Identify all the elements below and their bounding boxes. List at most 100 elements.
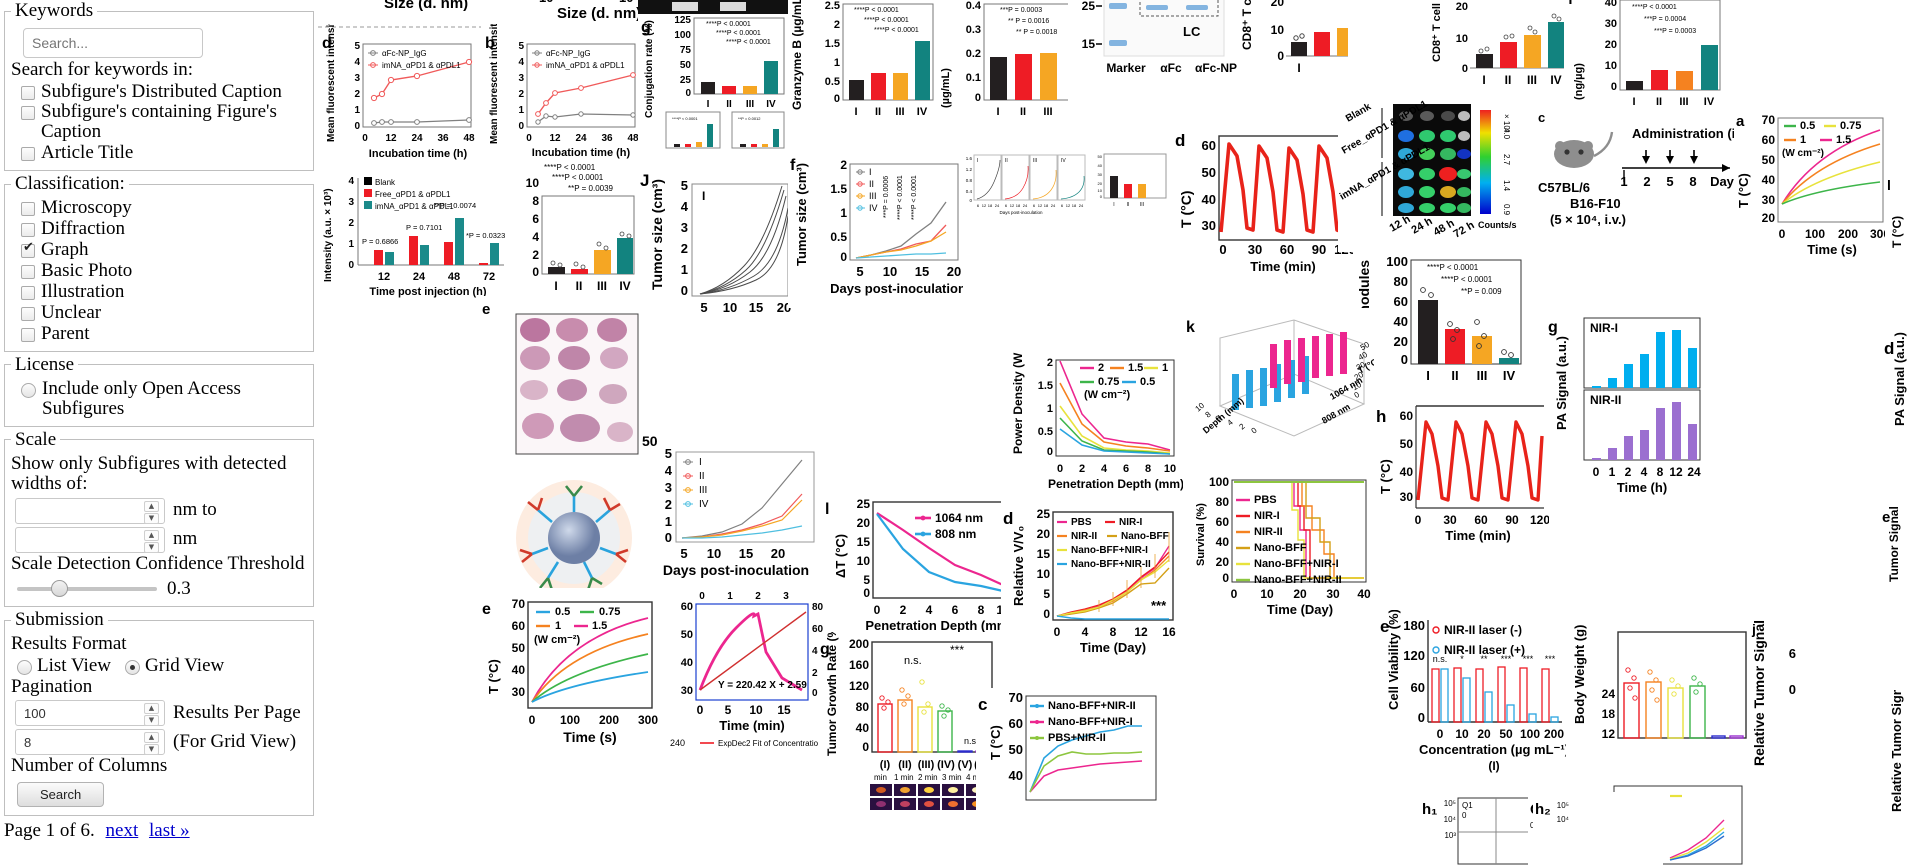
result-thumb[interactable]: × 10³ 4.0 2.7 1.4 0.9 Counts/s Blank Fre… (1338, 96, 1538, 252)
checkbox-distributed-caption[interactable]: Subfigure's Distributed Caption (21, 81, 307, 102)
radio-open-access[interactable]: Include only Open Access Subfigures (21, 378, 307, 419)
ytick: 4 (665, 463, 673, 478)
result-thumb[interactable]: d T (°C) 60 50 40 30 0 30 60 90 120 Time (1173, 122, 1353, 290)
result-thumb[interactable]: (µg/mL) 0.4 0.3 0.2 0.1 0 I II III ***P (936, 0, 1071, 144)
search-input[interactable] (23, 28, 203, 58)
radio-icon[interactable] (21, 382, 36, 398)
result-thumb[interactable]: J Tumor size (cm³) I 5 4 3 2 1 0 5 10 15… (638, 160, 793, 330)
checkbox-article-title[interactable]: Article Title (21, 143, 307, 163)
checkbox-unclear[interactable]: Unclear (21, 303, 307, 323)
checkbox-icon[interactable] (21, 106, 35, 121)
spinner-arrows-icon[interactable]: ▲ ▼ (144, 529, 159, 553)
result-thumb[interactable]: h T (°C) 60 50 40 30 0 30 60 90 120 Time… (1374, 396, 1549, 566)
result-thumb[interactable]: d Relative V/V₀ 25 20 15 10 5 0 PBS NIR-… (1001, 500, 1191, 675)
checkbox-icon[interactable] (21, 202, 35, 217)
submission-legend: Submission (15, 609, 104, 631)
result-thumb[interactable]: k 808 nm 1064 nm Depth (mm) T (°C) 0 10 … (1184, 308, 1374, 478)
result-thumb[interactable] (488, 470, 654, 600)
scale-min-input[interactable]: ▲ ▼ (15, 497, 165, 524)
checkbox-icon[interactable] (21, 327, 35, 342)
x-axis-label: Time (Day) (1267, 602, 1333, 617)
spinner-arrows-icon[interactable]: ▲ ▼ (144, 500, 159, 524)
xtick: 5 (856, 264, 863, 279)
result-thumb[interactable]: 25 15 LC Marker αFc αFc-NP (1068, 0, 1243, 104)
subpanel-label: III (1033, 158, 1037, 164)
slider-knob[interactable] (51, 580, 68, 598)
last-page-link[interactable]: last » (149, 820, 190, 841)
xtick: Marker (1106, 61, 1146, 75)
result-thumb[interactable]: 50 40 30 20 10 0 I II III (1086, 148, 1174, 218)
xtick: 10 (1455, 727, 1469, 741)
radio-icon[interactable] (124, 660, 140, 676)
scale-max-input[interactable]: ▲ ▼ (15, 526, 165, 553)
chart-cytokine-small: (µg/mL) 0.4 0.3 0.2 0.1 0 I II III ***P (940, 0, 1071, 118)
result-thumb[interactable]: h₁ 10⁵ 10⁴ 10³ Q1 0 (1418, 790, 1538, 866)
result-thumb[interactable]: Survival (%) 100 80 60 40 20 0 PBS NIR-I… (1188, 470, 1378, 650)
checkbox-figure-caption[interactable]: Subfigure's containing Figure's Caption (21, 102, 307, 142)
bar (764, 61, 778, 94)
radio-label: List View (37, 654, 111, 676)
xtick: 4 (1641, 465, 1648, 479)
threshold-slider[interactable] (17, 580, 157, 598)
spinner-arrows-icon[interactable]: ▲ ▼ (144, 732, 159, 756)
checkbox-icon[interactable] (21, 241, 35, 259)
submission-fieldset: Submission Results Format List View Grid… (4, 609, 314, 816)
x-axis-label: Concentration (µg mL⁻¹) (1419, 742, 1568, 757)
result-thumb[interactable]: c Administration (i.v.) 1 2 5 (1536, 108, 1736, 228)
radio-grid-view[interactable]: Grid View (124, 655, 224, 676)
chart-power-density-penetration: Power Density (W cm⁻²) 2 1.5 1 0.5 0 2 1… (1011, 350, 1183, 491)
result-thumb[interactable]: b Mean fluorescent intensity (a.u. × 10³… (481, 24, 641, 164)
result-thumb[interactable]: g Tumor Growth Rate (%) 200 160 120 80 4… (818, 632, 998, 812)
result-thumb[interactable]: d PA Signal (a.u.) 3 2.5 2 1.5 1 0.5 0 (1880, 330, 1908, 500)
result-thumb[interactable]: Granzyme B (µg/mL) 2.5 2 1.5 1 0.5 0 I I… (788, 0, 938, 146)
result-thumb[interactable]: 60 50 40 30 800 600 400 200 0 0 1 2 3 (666, 586, 826, 756)
result-thumb[interactable]: Size (d. nm) (348, 0, 528, 22)
ytick: 10 (857, 554, 871, 568)
checkbox-icon[interactable] (21, 265, 35, 280)
checkbox-icon[interactable] (21, 223, 35, 238)
result-thumb[interactable]: l T (°C) 56 48 40 32 24 600 450 300 150 … (1885, 172, 1908, 332)
search-button[interactable]: Search (17, 781, 105, 807)
radio-icon[interactable] (17, 660, 32, 676)
result-thumb[interactable]: Intensity (a.u. × 10³) 4 3 2 1 0 Blank F… (318, 162, 508, 302)
result-thumb[interactable]: g PA Signal (a.u.) NIR-I NIR-II 0 1 2 4 … (1546, 310, 1704, 510)
result-thumb[interactable]: e T (°C) 70 60 50 40 30 0.5 0.75 1 1.5 (… (480, 588, 665, 758)
result-thumb[interactable]: f Tumor size (cm³) 2 1.5 1 0.5 0 I II II (788, 148, 963, 308)
checkbox-icon[interactable] (21, 85, 35, 100)
checkbox-graph[interactable]: Graph (21, 240, 307, 260)
checkbox-diffraction[interactable]: Diffraction (21, 219, 307, 239)
ir-thermal-strip: min 1 min 2 min 3 min 4 min (870, 773, 988, 810)
checkbox-parent[interactable]: Parent (21, 323, 307, 344)
xtick: 60 (1474, 513, 1488, 527)
spinner-arrows-icon[interactable]: ▲ ▼ (144, 703, 159, 727)
result-thumb[interactable]: l ΔT (°C) 25 20 15 10 5 0 1064 nm 808 nm… (823, 492, 1015, 642)
result-thumb[interactable]: CD8⁺ T cell 20 10 0 I (1238, 0, 1348, 104)
next-page-link[interactable]: next (106, 820, 139, 841)
checkbox-basic-photo[interactable]: Basic Photo (21, 261, 307, 281)
result-thumb[interactable]: h₂ 10⁵ 10⁴ (1533, 792, 1663, 866)
checkbox-microscopy[interactable]: Microscopy (21, 198, 307, 218)
result-thumb[interactable]: 50 5 4 3 2 1 0 I II III IV 5 10 15 20 Da… (640, 432, 820, 582)
result-thumb[interactable]: 10 8 6 4 2 0 I II III IV ****P < 0.0001 … (508, 164, 638, 304)
ytick: 80 (1394, 274, 1408, 289)
columns-input[interactable]: 8 ▲ ▼ (15, 729, 165, 756)
checkbox-icon[interactable] (21, 286, 35, 301)
ytick: 0 (863, 586, 870, 600)
results-per-page-input[interactable]: 100 ▲ ▼ (15, 700, 165, 727)
result-thumb[interactable]: Power Density (W cm⁻²) 2 1.5 1 0.5 0 2 1… (1008, 350, 1183, 510)
result-thumb[interactable]: 1.6 1.2 0.8 0.4 0 I II III IV 6 12 18 24… (961, 152, 1091, 220)
result-thumb[interactable]: a T (°C) 70 60 50 40 30 20 0.5 0.75 1 1.… (1734, 108, 1889, 278)
result-thumb[interactable]: Tumor nodules 100 80 60 40 20 0 (1353, 250, 1529, 410)
result-thumb[interactable]: Body Weight (g) 24 18 12 (1566, 622, 1756, 802)
result-thumb[interactable]: c T (°C) 70 60 50 40 Nano-BFF+NIR-II Nan… (976, 688, 1166, 866)
xtick: 20 (771, 546, 785, 561)
result-thumb[interactable]: d Mean fluorescent intensity (a.u. × 10³… (318, 24, 483, 164)
result-thumb[interactable]: g Conjugation rate (%) 125 100 75 50 25 … (638, 0, 788, 150)
radio-list-view[interactable]: List View (17, 654, 111, 676)
result-thumb[interactable]: e Cell Viability (%) 180 120 60 0 NIR-II… (1378, 610, 1568, 790)
checkbox-icon[interactable] (21, 147, 35, 162)
checkbox-icon[interactable] (21, 306, 35, 321)
checkbox-illustration[interactable]: Illustration (21, 282, 307, 302)
result-thumb[interactable]: j Relative Tumor Signal 6 0 (1748, 610, 1888, 866)
result-thumb[interactable]: e (480, 296, 642, 466)
